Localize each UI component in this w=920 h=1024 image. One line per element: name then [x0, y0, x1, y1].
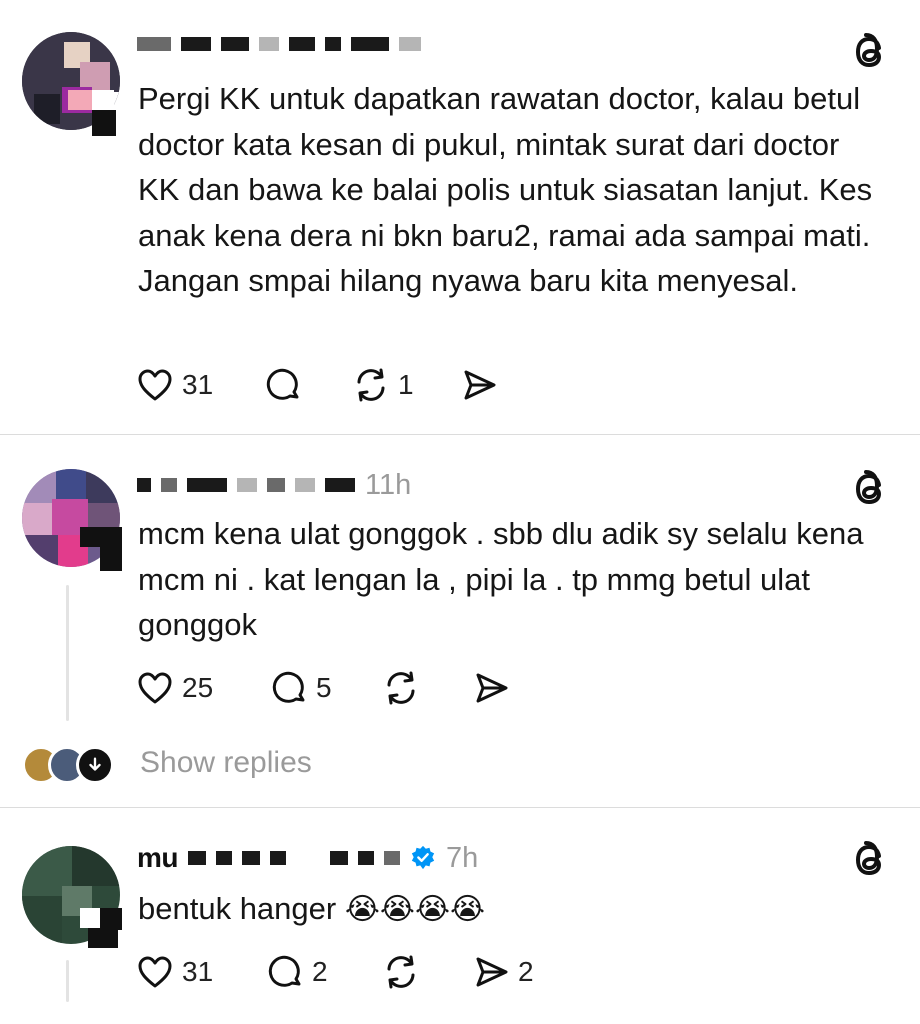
post-3: mu 7h bentuk hanger 😭😭😭😭 31 2 2 — [0, 808, 920, 1024]
threads-logo-icon[interactable] — [850, 838, 890, 882]
crying-face-emojis: 😭😭😭😭 — [344, 893, 486, 926]
repost-icon — [387, 955, 415, 989]
post-text: mcm kena ulat gonggok . sbb dlu adik sy … — [138, 516, 864, 643]
post-1: Pergi KK untuk dapatkan rawatan doctor, … — [0, 0, 920, 434]
pixel-block — [68, 90, 118, 138]
send-icon — [476, 957, 508, 987]
like-button[interactable]: 31 — [136, 366, 264, 404]
like-count: 31 — [182, 369, 214, 400]
send-icon — [476, 673, 508, 703]
thread-connector-line — [66, 585, 69, 721]
repost-button[interactable] — [382, 669, 472, 707]
thread-connector-line — [66, 960, 69, 1002]
username-redacted[interactable]: mu 7h — [137, 838, 478, 878]
pixel-block — [80, 908, 122, 948]
post-time: 11h — [365, 468, 412, 501]
share-button[interactable] — [472, 669, 518, 707]
username-redacted[interactable] — [137, 24, 431, 64]
arrow-down-icon[interactable] — [76, 746, 114, 784]
repost-icon — [387, 671, 415, 705]
repost-icon — [357, 368, 385, 402]
post-text: Pergi KK untuk dapatkan rawatan doctor, … — [138, 81, 873, 299]
like-count: 31 — [182, 956, 214, 987]
like-button[interactable]: 25 — [136, 669, 270, 707]
like-button[interactable]: 31 — [136, 953, 266, 991]
threads-logo-icon[interactable] — [850, 30, 890, 74]
heart-icon — [138, 369, 172, 401]
comment-button[interactable]: 2 — [266, 953, 382, 991]
send-icon — [464, 370, 496, 400]
post-actions: 25 5 — [136, 668, 518, 708]
share-button[interactable]: 2 — [472, 953, 534, 991]
comment-button[interactable]: 5 — [270, 669, 382, 707]
comment-bubble-icon — [266, 368, 299, 400]
post-text: bentuk hanger — [138, 891, 337, 926]
heart-icon — [138, 672, 172, 704]
reply-avatars[interactable] — [22, 746, 122, 784]
repost-button[interactable]: 1 — [352, 366, 460, 404]
comment-bubble-icon — [268, 955, 301, 987]
heart-icon — [138, 956, 172, 988]
post-actions: 31 2 2 — [136, 952, 534, 992]
threads-logo-icon[interactable] — [850, 467, 890, 511]
like-count: 25 — [182, 672, 214, 703]
comment-button[interactable] — [264, 366, 352, 404]
comment-count: 2 — [312, 956, 328, 987]
repost-button[interactable] — [382, 953, 472, 991]
pixel-block — [80, 527, 122, 571]
show-replies-link[interactable]: Show replies — [140, 746, 312, 780]
comment-bubble-icon — [272, 671, 305, 703]
post-2: 11h mcm kena ulat gonggok . sbb dlu adik… — [0, 435, 920, 807]
share-button[interactable] — [460, 366, 506, 404]
share-count: 2 — [518, 956, 534, 987]
repost-count: 1 — [398, 369, 414, 400]
post-actions: 31 1 — [136, 365, 506, 405]
post-time: 7h — [446, 841, 479, 874]
username-redacted[interactable]: 11h — [137, 465, 411, 505]
comment-count: 5 — [316, 672, 332, 703]
post-text-row: bentuk hanger 😭😭😭😭 — [138, 886, 888, 933]
verified-badge-icon — [410, 845, 436, 871]
username-prefix: mu — [137, 842, 179, 873]
